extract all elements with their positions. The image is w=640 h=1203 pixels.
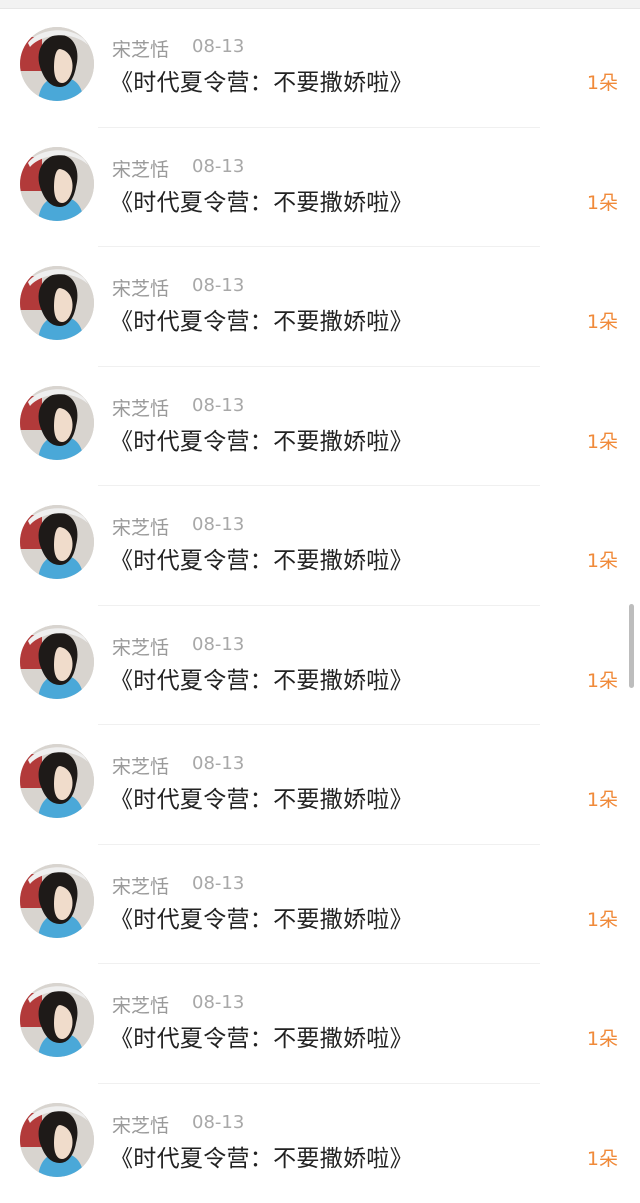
gift-date: 08-13	[192, 1112, 244, 1133]
gift-record-list: 宋芝恬 08-13 《时代夏令营：不要撒娇啦》 1朵 宋芝恬 08-13 《时代…	[0, 8, 640, 1203]
gift-date: 08-13	[192, 873, 244, 894]
gift-content: 《时代夏令营：不要撒娇啦》	[110, 183, 413, 217]
list-item[interactable]: 宋芝恬 08-13 《时代夏令营：不要撒娇啦》 1朵	[0, 606, 640, 726]
flower-count: 1朵	[587, 427, 618, 454]
list-item[interactable]: 宋芝恬 08-13 《时代夏令营：不要撒娇啦》 1朵	[0, 247, 640, 367]
gift-date: 08-13	[192, 992, 244, 1013]
list-item[interactable]: 宋芝恬 08-13 《时代夏令营：不要撒娇啦》 1朵	[0, 128, 640, 248]
list-item[interactable]: 宋芝恬 08-13 《时代夏令营：不要撒娇啦》 1朵	[0, 845, 640, 965]
flower-count: 1朵	[587, 1024, 618, 1051]
gift-content: 《时代夏令营：不要撒娇啦》	[110, 780, 413, 814]
list-item[interactable]: 宋芝恬 08-13 《时代夏令营：不要撒娇啦》 1朵	[0, 8, 640, 128]
flower-count: 1朵	[587, 1144, 618, 1171]
sender-name[interactable]: 宋芝恬	[112, 1111, 169, 1138]
user-avatar-icon[interactable]	[20, 744, 94, 818]
list-item[interactable]: 宋芝恬 08-13 《时代夏令营：不要撒娇啦》 1朵	[0, 486, 640, 606]
list-item[interactable]: 宋芝恬 08-13 《时代夏令营：不要撒娇啦》 1朵	[0, 964, 640, 1084]
gift-date: 08-13	[192, 514, 244, 535]
user-avatar-icon[interactable]	[20, 147, 94, 221]
gift-content: 《时代夏令营：不要撒娇啦》	[110, 1019, 413, 1053]
flower-count: 1朵	[587, 188, 618, 215]
gift-date: 08-13	[192, 36, 244, 57]
gift-date: 08-13	[192, 275, 244, 296]
user-avatar-icon[interactable]	[20, 625, 94, 699]
sender-name[interactable]: 宋芝恬	[112, 274, 169, 301]
user-avatar-icon[interactable]	[20, 27, 94, 101]
sender-name[interactable]: 宋芝恬	[112, 35, 169, 62]
gift-content: 《时代夏令营：不要撒娇啦》	[110, 302, 413, 336]
gift-date: 08-13	[192, 753, 244, 774]
flower-count: 1朵	[587, 905, 618, 932]
sender-name[interactable]: 宋芝恬	[112, 155, 169, 182]
flower-count: 1朵	[587, 785, 618, 812]
user-avatar-icon[interactable]	[20, 864, 94, 938]
list-item[interactable]: 宋芝恬 08-13 《时代夏令营：不要撒娇啦》 1朵	[0, 1084, 640, 1203]
list-item[interactable]: 宋芝恬 08-13 《时代夏令营：不要撒娇啦》 1朵	[0, 367, 640, 487]
gift-content: 《时代夏令营：不要撒娇啦》	[110, 63, 413, 97]
user-avatar-icon[interactable]	[20, 1103, 94, 1177]
sender-name[interactable]: 宋芝恬	[112, 872, 169, 899]
gift-content: 《时代夏令营：不要撒娇啦》	[110, 541, 413, 575]
gift-content: 《时代夏令营：不要撒娇啦》	[110, 900, 413, 934]
user-avatar-icon[interactable]	[20, 386, 94, 460]
gift-content: 《时代夏令营：不要撒娇啦》	[110, 422, 413, 456]
user-avatar-icon[interactable]	[20, 983, 94, 1057]
list-item[interactable]: 宋芝恬 08-13 《时代夏令营：不要撒娇啦》 1朵	[0, 725, 640, 845]
sender-name[interactable]: 宋芝恬	[112, 513, 169, 540]
flower-count: 1朵	[587, 546, 618, 573]
sender-name[interactable]: 宋芝恬	[112, 752, 169, 779]
gift-content: 《时代夏令营：不要撒娇啦》	[110, 661, 413, 695]
gift-date: 08-13	[192, 156, 244, 177]
flower-count: 1朵	[587, 68, 618, 95]
user-avatar-icon[interactable]	[20, 505, 94, 579]
gift-date: 08-13	[192, 395, 244, 416]
sender-name[interactable]: 宋芝恬	[112, 394, 169, 421]
sender-name[interactable]: 宋芝恬	[112, 633, 169, 660]
user-avatar-icon[interactable]	[20, 266, 94, 340]
scrollbar[interactable]	[629, 604, 634, 688]
gift-date: 08-13	[192, 634, 244, 655]
flower-count: 1朵	[587, 666, 618, 693]
flower-count: 1朵	[587, 307, 618, 334]
gift-content: 《时代夏令营：不要撒娇啦》	[110, 1139, 413, 1173]
sender-name[interactable]: 宋芝恬	[112, 991, 169, 1018]
